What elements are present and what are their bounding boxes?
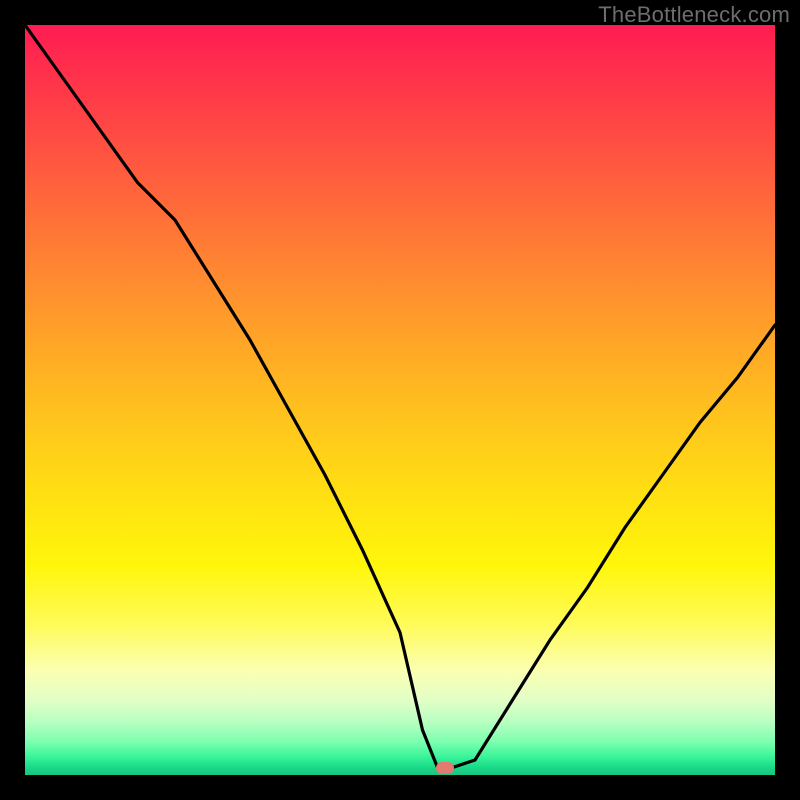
bottleneck-curve [25,25,775,775]
curve-path [25,25,775,768]
plot-area [25,25,775,775]
chart-frame: TheBottleneck.com [0,0,800,800]
watermark-text: TheBottleneck.com [598,2,790,28]
optimal-point-marker [436,762,454,774]
